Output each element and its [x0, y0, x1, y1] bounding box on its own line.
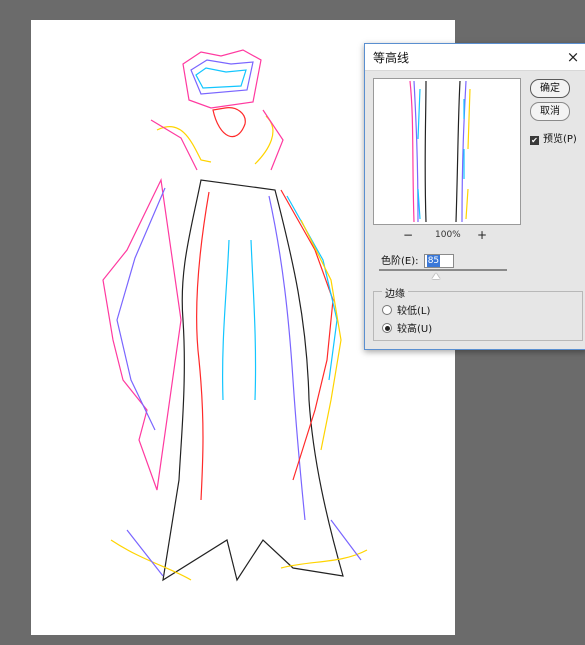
- dialog-titlebar[interactable]: 等高线 ×: [365, 44, 585, 71]
- dialog-title: 等高线: [373, 51, 410, 65]
- close-button[interactable]: ×: [560, 44, 585, 70]
- radio-upper-row[interactable]: 较高(U): [382, 320, 432, 335]
- zoom-percentage: 100%: [435, 230, 461, 240]
- radio-lower[interactable]: [382, 305, 392, 315]
- edge-group: 边缘 较低(L) 较高(U): [373, 285, 583, 341]
- zoom-in-icon[interactable]: +: [477, 228, 487, 242]
- level-row: 色阶(E): 85: [381, 252, 454, 268]
- edge-group-title: 边缘: [382, 285, 408, 300]
- ok-button[interactable]: 确定: [530, 79, 570, 98]
- radio-upper-label: 较高(U): [397, 324, 433, 335]
- preview-pane[interactable]: [373, 78, 521, 225]
- preview-checkbox[interactable]: ✔: [530, 136, 539, 145]
- level-value: 85: [426, 255, 441, 267]
- radio-lower-label: 较低(L): [397, 306, 431, 317]
- level-input[interactable]: 85: [423, 254, 454, 268]
- preview-contours: [409, 80, 471, 223]
- level-slider-track[interactable]: [379, 269, 507, 271]
- zoom-out-icon[interactable]: −: [403, 228, 413, 242]
- level-label: 色阶(E):: [381, 256, 419, 267]
- preview-checkbox-row[interactable]: ✔ 预览(P): [530, 130, 577, 145]
- level-slider-thumb[interactable]: [432, 273, 440, 279]
- preview-checkbox-label: 预览(P): [543, 134, 577, 145]
- radio-upper[interactable]: [382, 323, 392, 333]
- contour-dialog: 等高线 × − 100% + 确定 取消 ✔ 预览(P) 色阶(E): 85 边…: [364, 43, 585, 350]
- radio-lower-row[interactable]: 较低(L): [382, 302, 430, 317]
- zoom-controls: − 100% +: [373, 228, 519, 244]
- cancel-button[interactable]: 取消: [530, 102, 570, 121]
